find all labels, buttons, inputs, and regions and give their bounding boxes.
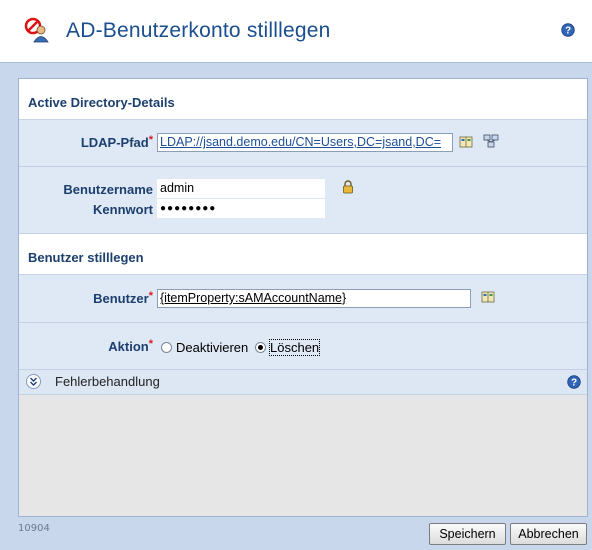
password-label: Kennwort <box>93 202 153 217</box>
help-icon[interactable]: ? <box>567 375 581 389</box>
row-user: Benutzer* {itemProperty:sAMAccountName} <box>19 275 587 323</box>
section-title: Benutzer stilllegen <box>28 250 144 265</box>
user-label-text: Benutzer <box>93 291 149 306</box>
dialog-header: AD-Benutzerkonto stilllegen ? <box>0 0 592 62</box>
svg-text:?: ? <box>571 378 577 389</box>
lock-icon[interactable] <box>340 179 356 195</box>
section-title: Active Directory-Details <box>28 95 175 110</box>
section-deactivate-user: Benutzer stilllegen <box>19 234 587 275</box>
error-handling-label[interactable]: Fehlerbehandlung <box>55 374 160 389</box>
radio-deactivate[interactable] <box>161 342 172 353</box>
radio-delete-label[interactable]: Löschen <box>268 339 321 356</box>
user-input[interactable]: {itemProperty:sAMAccountName} <box>157 289 471 308</box>
svg-text:?: ? <box>565 26 571 37</box>
address-book-icon[interactable] <box>458 134 474 150</box>
ldap-path-input[interactable]: LDAP://jsand.demo.edu/CN=Users,DC=jsand,… <box>157 133 453 152</box>
chevron-double-down-icon[interactable] <box>26 374 41 389</box>
row-credentials: Benutzername admin Kennwort ●●●●●●●● <box>19 167 587 234</box>
item-id: 10904 <box>18 523 50 534</box>
cancel-button[interactable]: Abbrechen <box>510 523 587 545</box>
ldap-path-label: LDAP-Pfad* <box>29 134 153 150</box>
required-mark: * <box>148 338 153 350</box>
required-mark: * <box>148 134 153 146</box>
help-icon[interactable]: ? <box>561 23 575 37</box>
row-action: Aktion* Deaktivieren Löschen <box>19 323 587 370</box>
password-input[interactable]: ●●●●●●●● <box>157 199 325 218</box>
disable-user-icon <box>24 17 49 43</box>
section-ad-details: Active Directory-Details <box>19 79 587 120</box>
address-book-icon[interactable] <box>480 289 496 305</box>
radio-delete[interactable] <box>255 342 266 353</box>
action-label: Aktion* <box>29 338 153 354</box>
save-button[interactable]: Speichern <box>429 523 506 545</box>
radio-deactivate-label[interactable]: Deaktivieren <box>176 340 248 355</box>
required-mark: * <box>148 290 153 302</box>
ldap-path-label-text: LDAP-Pfad <box>80 135 149 150</box>
error-handling-toggle[interactable]: Fehlerbehandlung ? <box>19 369 587 395</box>
action-label-text: Aktion <box>108 339 149 354</box>
username-input[interactable]: admin <box>157 179 325 198</box>
username-label: Benutzername <box>63 182 153 197</box>
user-label: Benutzer* <box>29 290 153 306</box>
row-ldap-path: LDAP-Pfad* LDAP://jsand.demo.edu/CN=User… <box>19 120 587 167</box>
directory-tree-icon[interactable] <box>483 133 499 149</box>
form-panel: Active Directory-Details LDAP-Pfad* LDAP… <box>18 78 588 517</box>
dialog-title: AD-Benutzerkonto stilllegen <box>66 19 331 42</box>
